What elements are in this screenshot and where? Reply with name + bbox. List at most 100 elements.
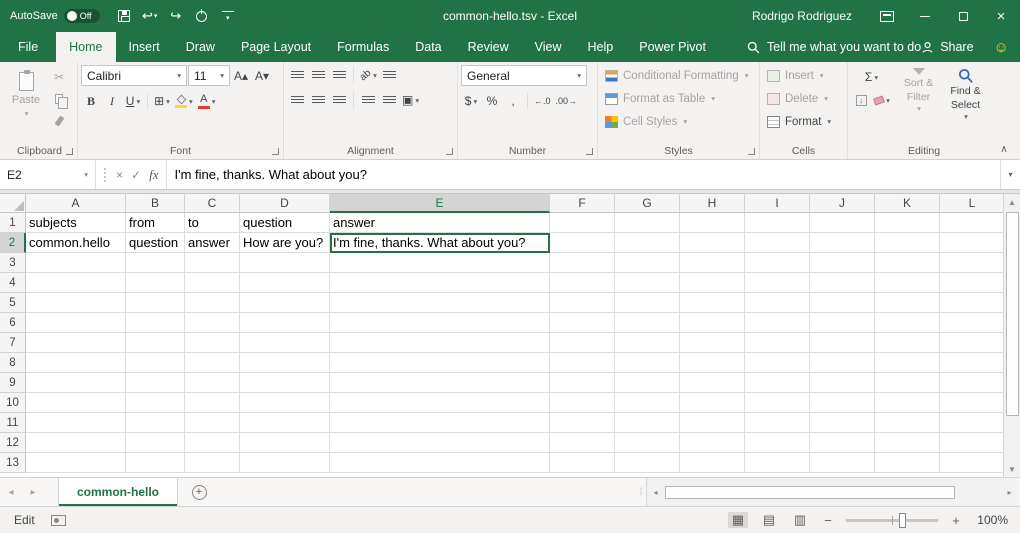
cell-J8[interactable] [810, 353, 875, 373]
cell-K1[interactable] [875, 213, 940, 233]
column-header-H[interactable]: H [680, 194, 745, 213]
decrease-decimal-button[interactable]: .00→ [554, 91, 580, 111]
column-header-F[interactable]: F [550, 194, 615, 213]
cell-L1[interactable] [940, 213, 1003, 233]
vertical-scrollbar[interactable]: ▲ ▼ [1003, 194, 1020, 477]
cell-L5[interactable] [940, 293, 1003, 313]
row-header-7[interactable]: 7 [0, 333, 26, 353]
insert-cells-button[interactable]: Insert ▾ [763, 65, 828, 86]
decrease-indent-button[interactable] [358, 90, 378, 110]
scroll-right-icon[interactable]: ▸ [1001, 488, 1018, 497]
conditional-formatting-button[interactable]: Conditional Formatting ▾ [601, 65, 752, 86]
cell-L2[interactable] [940, 233, 1003, 253]
decrease-font-size-button[interactable]: A▾ [252, 66, 272, 86]
autosave-toggle[interactable]: Off [64, 9, 100, 23]
enter-button[interactable]: ✓ [131, 168, 141, 182]
cell-C6[interactable] [185, 313, 240, 333]
cell-B10[interactable] [126, 393, 185, 413]
number-format-select[interactable]: General ▾ [461, 65, 587, 86]
cell-I4[interactable] [745, 273, 810, 293]
wrap-text-button[interactable] [380, 65, 400, 85]
row-header-2[interactable]: 2 [0, 233, 26, 253]
cell-I5[interactable] [745, 293, 810, 313]
cell-G5[interactable] [615, 293, 680, 313]
cell-K7[interactable] [875, 333, 940, 353]
cell-F13[interactable] [550, 453, 615, 473]
column-header-D[interactable]: D [240, 194, 330, 213]
cell-J2[interactable] [810, 233, 875, 253]
column-header-K[interactable]: K [875, 194, 940, 213]
alignment-dialog-launcher-icon[interactable] [446, 148, 453, 155]
clear-button[interactable]: ▾ [872, 90, 892, 110]
cell-K12[interactable] [875, 433, 940, 453]
insert-function-button[interactable]: fx [149, 167, 158, 183]
row-header-10[interactable]: 10 [0, 393, 26, 413]
formula-bar-splitter[interactable] [104, 168, 106, 182]
cell-F5[interactable] [550, 293, 615, 313]
cell-E2[interactable]: I'm fine, thanks. What about you? [330, 233, 550, 253]
row-header-11[interactable]: 11 [0, 413, 26, 433]
cell-K13[interactable] [875, 453, 940, 473]
cell-D7[interactable] [240, 333, 330, 353]
tab-view[interactable]: View [522, 32, 575, 62]
comma-style-button[interactable]: , [503, 91, 523, 111]
feedback-smiley-button[interactable]: ☺ [994, 32, 1009, 62]
zoom-level[interactable]: 100% [974, 513, 1008, 527]
cell-H8[interactable] [680, 353, 745, 373]
cell-H11[interactable] [680, 413, 745, 433]
cell-B9[interactable] [126, 373, 185, 393]
cell-D2[interactable]: How are you? [240, 233, 330, 253]
cell-H2[interactable] [680, 233, 745, 253]
number-dialog-launcher-icon[interactable] [586, 148, 593, 155]
cell-K10[interactable] [875, 393, 940, 413]
cell-I7[interactable] [745, 333, 810, 353]
cell-F12[interactable] [550, 433, 615, 453]
cell-J11[interactable] [810, 413, 875, 433]
cell-C13[interactable] [185, 453, 240, 473]
cell-K2[interactable] [875, 233, 940, 253]
cell-J3[interactable] [810, 253, 875, 273]
horizontal-scrollbar[interactable]: ◂ ▸ [646, 478, 1018, 506]
cell-G12[interactable] [615, 433, 680, 453]
cell-C5[interactable] [185, 293, 240, 313]
font-name-select[interactable]: Calibri ▾ [81, 65, 187, 86]
cell-A1[interactable]: subjects [26, 213, 126, 233]
cell-C12[interactable] [185, 433, 240, 453]
cell-E1[interactable]: answer [330, 213, 550, 233]
cell-J7[interactable] [810, 333, 875, 353]
cell-A6[interactable] [26, 313, 126, 333]
cell-F6[interactable] [550, 313, 615, 333]
column-header-E[interactable]: E [330, 194, 550, 213]
percent-style-button[interactable]: % [482, 91, 502, 111]
select-all-button[interactable] [0, 194, 26, 213]
tab-page-layout[interactable]: Page Layout [228, 32, 324, 62]
maximize-button[interactable] [944, 0, 982, 32]
undo-button[interactable]: ↩▾ [138, 3, 162, 29]
tell-me-box[interactable]: Tell me what you want to do [747, 32, 921, 62]
clipboard-dialog-launcher-icon[interactable] [66, 148, 73, 155]
cell-F8[interactable] [550, 353, 615, 373]
tab-draw[interactable]: Draw [173, 32, 228, 62]
orientation-button[interactable]: ab▾ [358, 65, 379, 85]
cell-C2[interactable]: answer [185, 233, 240, 253]
cell-C9[interactable] [185, 373, 240, 393]
underline-button[interactable]: U▾ [123, 91, 143, 111]
cell-E3[interactable] [330, 253, 550, 273]
cell-C4[interactable] [185, 273, 240, 293]
customize-quick-access-toolbar-button[interactable]: ▾ [216, 3, 240, 29]
row-header-8[interactable]: 8 [0, 353, 26, 373]
cell-C3[interactable] [185, 253, 240, 273]
font-size-select[interactable]: 11 ▾ [188, 65, 230, 86]
cell-D4[interactable] [240, 273, 330, 293]
horizontal-scrollbar-track[interactable] [664, 478, 1001, 506]
cell-L12[interactable] [940, 433, 1003, 453]
cell-H7[interactable] [680, 333, 745, 353]
cell-B12[interactable] [126, 433, 185, 453]
column-header-C[interactable]: C [185, 194, 240, 213]
cell-C11[interactable] [185, 413, 240, 433]
cell-L4[interactable] [940, 273, 1003, 293]
cell-I3[interactable] [745, 253, 810, 273]
cell-I9[interactable] [745, 373, 810, 393]
minimize-button[interactable] [906, 0, 944, 32]
autosave-control[interactable]: AutoSave Off [10, 9, 100, 23]
